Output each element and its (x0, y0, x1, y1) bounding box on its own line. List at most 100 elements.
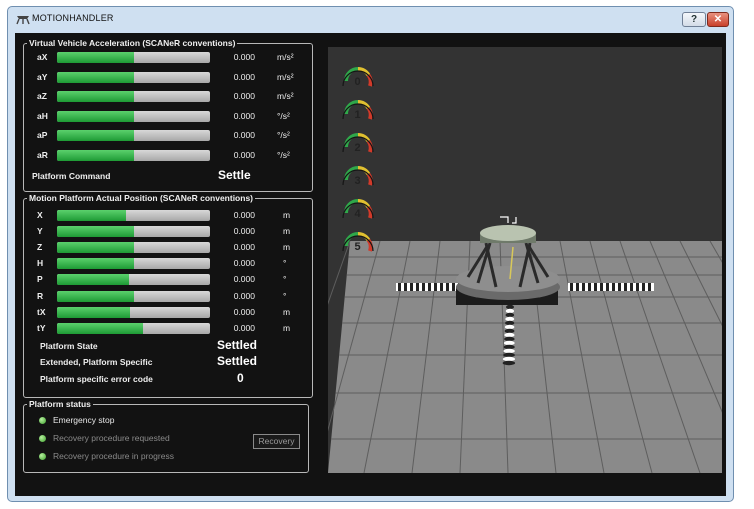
pos-bar (57, 306, 210, 318)
accel-row: aR 0.000 °/s² (37, 149, 307, 163)
accel-label: aX (37, 52, 48, 62)
accel-unit: °/s² (277, 110, 290, 121)
close-button[interactable]: ✕ (707, 12, 729, 27)
accel-value: 0.000 (233, 150, 255, 160)
cabin-top-disc (480, 225, 536, 241)
accel-unit: m/s² (277, 52, 294, 62)
pos-bar (57, 210, 210, 221)
pos-row: Z 0.000 m (37, 241, 307, 255)
pos-label: tX (37, 306, 46, 317)
extended-state-value: Settled (217, 354, 258, 368)
pos-unit: ° (283, 290, 287, 301)
accel-value: 0.000 (233, 91, 255, 102)
pos-row: tY 0.000 m (37, 322, 307, 336)
accel-bar-fill (57, 71, 134, 83)
dof-gauge-number: 5 (355, 241, 361, 253)
pos-label: X (37, 210, 43, 220)
dof-gauge-icon: 4 (342, 198, 374, 220)
pos-value: 0.000 (233, 258, 255, 269)
dof-gauge-icon: 5 (342, 231, 374, 253)
pos-row: Y 0.000 m (37, 225, 307, 239)
accel-bar-fill (57, 52, 134, 63)
pos-label: tY (37, 322, 46, 333)
client-area: Virtual Vehicle Acceleration (SCANeR con… (15, 33, 726, 496)
dof-gauge-icon: 0 (342, 66, 374, 88)
dof-gauge-icon: 3 (342, 165, 374, 187)
pos-label: Y (37, 226, 43, 237)
accel-unit: °/s² (277, 130, 290, 141)
dof-gauge-number: 2 (355, 142, 361, 154)
dof-gauge-number: 0 (355, 76, 361, 88)
status-led-icon (39, 453, 46, 460)
pos-bar-fill (57, 258, 134, 270)
accel-label: aP (37, 130, 48, 141)
pos-unit: m (283, 242, 291, 253)
dof-gauge-number: 3 (355, 175, 361, 187)
pos-row: tX 0.000 m (37, 306, 307, 320)
pos-bar (57, 322, 210, 334)
accel-unit: m/s² (277, 71, 294, 82)
right-track (568, 283, 654, 291)
accel-row: aX 0.000 m/s² (37, 51, 307, 65)
motionhandler-window: MOTIONHANDLER ? ✕ Virtual Vehicle Accele… (7, 6, 734, 502)
pos-bar-fill (57, 290, 134, 302)
pos-unit: m (283, 306, 291, 317)
pos-bar (57, 242, 210, 254)
accel-row: aP 0.000 °/s² (37, 129, 307, 143)
pos-bar-fill (57, 210, 126, 221)
accel-row: aH 0.000 °/s² (37, 110, 307, 124)
pos-value: 0.000 (233, 274, 255, 285)
recovery-button[interactable]: Recovery (253, 434, 300, 449)
status-item-label: Recovery procedure in progress (53, 451, 174, 461)
pos-bar (57, 274, 210, 286)
platform-state-label: Platform State (40, 341, 98, 351)
status-item-label: Emergency stop (53, 415, 115, 425)
position-panel-title: Motion Platform Actual Position (SCANeR … (29, 193, 253, 203)
accel-value: 0.000 (233, 52, 255, 62)
dof-gauge-number: 4 (355, 208, 362, 220)
pos-bar (57, 258, 210, 270)
pos-unit: m (283, 322, 291, 333)
accel-bar (57, 91, 210, 103)
accel-bar (57, 130, 210, 142)
status-item: Recovery procedure requested (39, 432, 239, 446)
status-item-label: Recovery procedure requested (53, 433, 170, 443)
accel-label: aH (37, 110, 48, 121)
window-title: MOTIONHANDLER (32, 13, 114, 23)
pos-label: P (37, 274, 43, 285)
pos-value: 0.000 (233, 306, 255, 317)
pos-row: R 0.000 ° (37, 290, 307, 304)
acceleration-panel-title: Virtual Vehicle Acceleration (SCANeR con… (29, 38, 236, 48)
accel-bar-fill (57, 150, 134, 161)
platform-status-title: Platform status (29, 399, 91, 409)
accel-bar (57, 110, 210, 122)
pos-unit: ° (283, 258, 287, 269)
accel-bar-fill (57, 110, 134, 122)
platform-state-value: Settled (217, 338, 258, 352)
platform-command-label: Platform Command (32, 171, 111, 181)
title-bar[interactable]: MOTIONHANDLER ? ✕ (8, 7, 733, 31)
accel-label: aZ (37, 91, 47, 102)
error-code-label: Platform specific error code (40, 374, 153, 384)
pos-bar (57, 226, 210, 238)
pos-unit: m (283, 210, 291, 220)
extended-state-label: Extended, Platform Specific (40, 357, 153, 367)
help-button[interactable]: ? (682, 12, 706, 27)
pos-bar-fill (57, 322, 143, 334)
dof-gauge-icon: 1 (342, 99, 374, 121)
app-icon (16, 16, 30, 25)
pos-value: 0.000 (233, 226, 255, 237)
platform-3d-scene: 0 1 2 3 4 5 (328, 66, 722, 473)
pos-value: 0.000 (233, 322, 255, 333)
accel-bar (57, 52, 210, 63)
3d-viewport[interactable]: 0 1 2 3 4 5 (328, 47, 722, 473)
pos-value: 0.000 (233, 210, 255, 220)
accel-value: 0.000 (233, 71, 255, 82)
accel-row: aY 0.000 m/s² (37, 71, 307, 85)
accel-unit: m/s² (277, 91, 294, 102)
orientation-marker (500, 216, 517, 224)
status-led-icon (39, 435, 46, 442)
pos-value: 0.000 (233, 242, 255, 253)
pos-row: H 0.000 ° (37, 257, 307, 271)
accel-label: aY (37, 71, 48, 82)
